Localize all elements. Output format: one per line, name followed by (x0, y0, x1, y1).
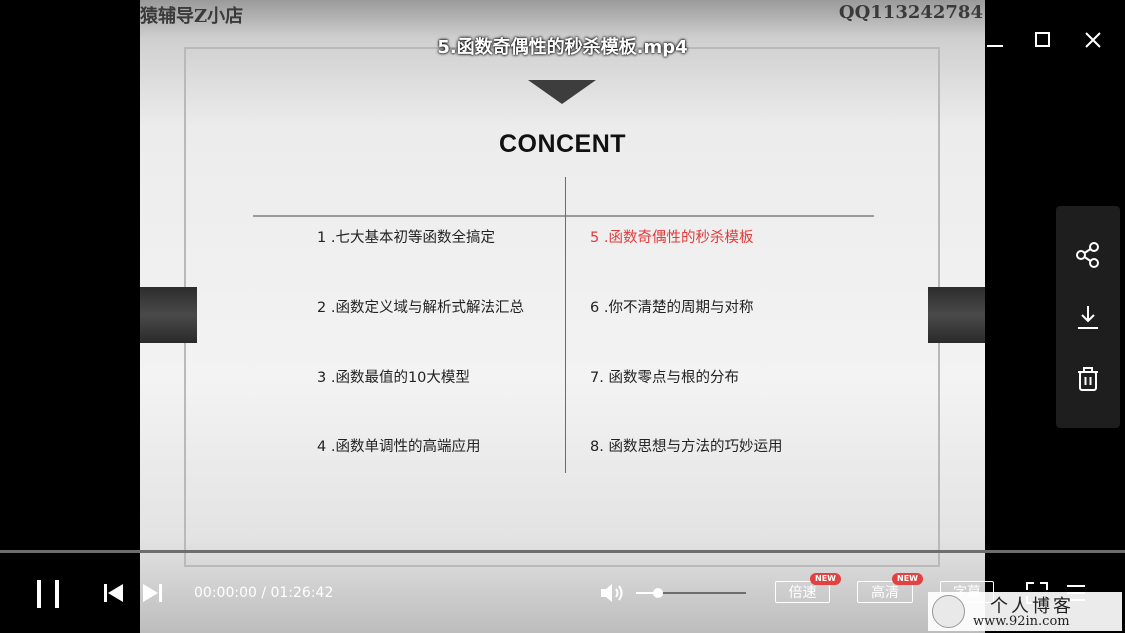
toc-item: 4 .函数单调性的高端应用 (317, 439, 481, 455)
horizontal-divider (253, 215, 874, 217)
video-title: 5.函数奇偶性的秒杀模板.mp4 (437, 37, 688, 58)
new-badge: NEW (892, 573, 923, 585)
pause-icon[interactable] (35, 580, 61, 612)
slide-heading: CONCENT (498, 130, 627, 158)
toc-item-active: 5 .函数奇偶性的秒杀模板 (590, 230, 754, 246)
video-frame[interactable]: 猿辅导Z小店 QQ113242784 CONCENT 1 .七大基本初等函数全搞… (140, 0, 985, 633)
vertical-divider (565, 177, 566, 473)
toc-item: 6 .你不清楚的周期与对称 (590, 300, 754, 316)
side-panel (1056, 206, 1120, 428)
next-icon[interactable] (143, 584, 163, 606)
slide-border (184, 47, 940, 567)
share-icon[interactable] (1073, 240, 1103, 270)
progress-bar[interactable] (0, 550, 1125, 553)
close-icon[interactable] (1081, 28, 1105, 52)
volume-knob[interactable] (653, 588, 663, 598)
minimize-icon[interactable] (983, 28, 1007, 52)
watermark-left: 猿辅导Z小店 (140, 6, 244, 27)
blog-logo (932, 595, 965, 628)
blog-url: www.92in.com (973, 614, 1070, 629)
download-icon[interactable] (1073, 302, 1103, 332)
new-badge: NEW (810, 573, 841, 585)
triangle-decoration (528, 80, 596, 104)
toc-item: 3 .函数最值的10大模型 (317, 370, 470, 386)
toc-item: 1 .七大基本初等函数全搞定 (317, 230, 495, 246)
toc-item: 7. 函数零点与根的分布 (590, 370, 739, 386)
previous-icon[interactable] (104, 584, 124, 606)
right-tab-decoration (928, 287, 985, 343)
watermark-right: QQ113242784 (838, 2, 983, 23)
toc-item: 8. 函数思想与方法的巧妙运用 (590, 439, 783, 455)
toc-item: 2 .函数定义域与解析式解法汇总 (317, 300, 524, 316)
left-tab-decoration (140, 287, 197, 343)
time-display: 00:00:00 / 01:26:42 (194, 585, 334, 601)
volume-icon[interactable] (599, 582, 627, 608)
blog-watermark: 个人博客 www.92in.com (928, 592, 1122, 631)
delete-icon[interactable] (1073, 364, 1103, 394)
maximize-icon[interactable] (1031, 28, 1055, 52)
